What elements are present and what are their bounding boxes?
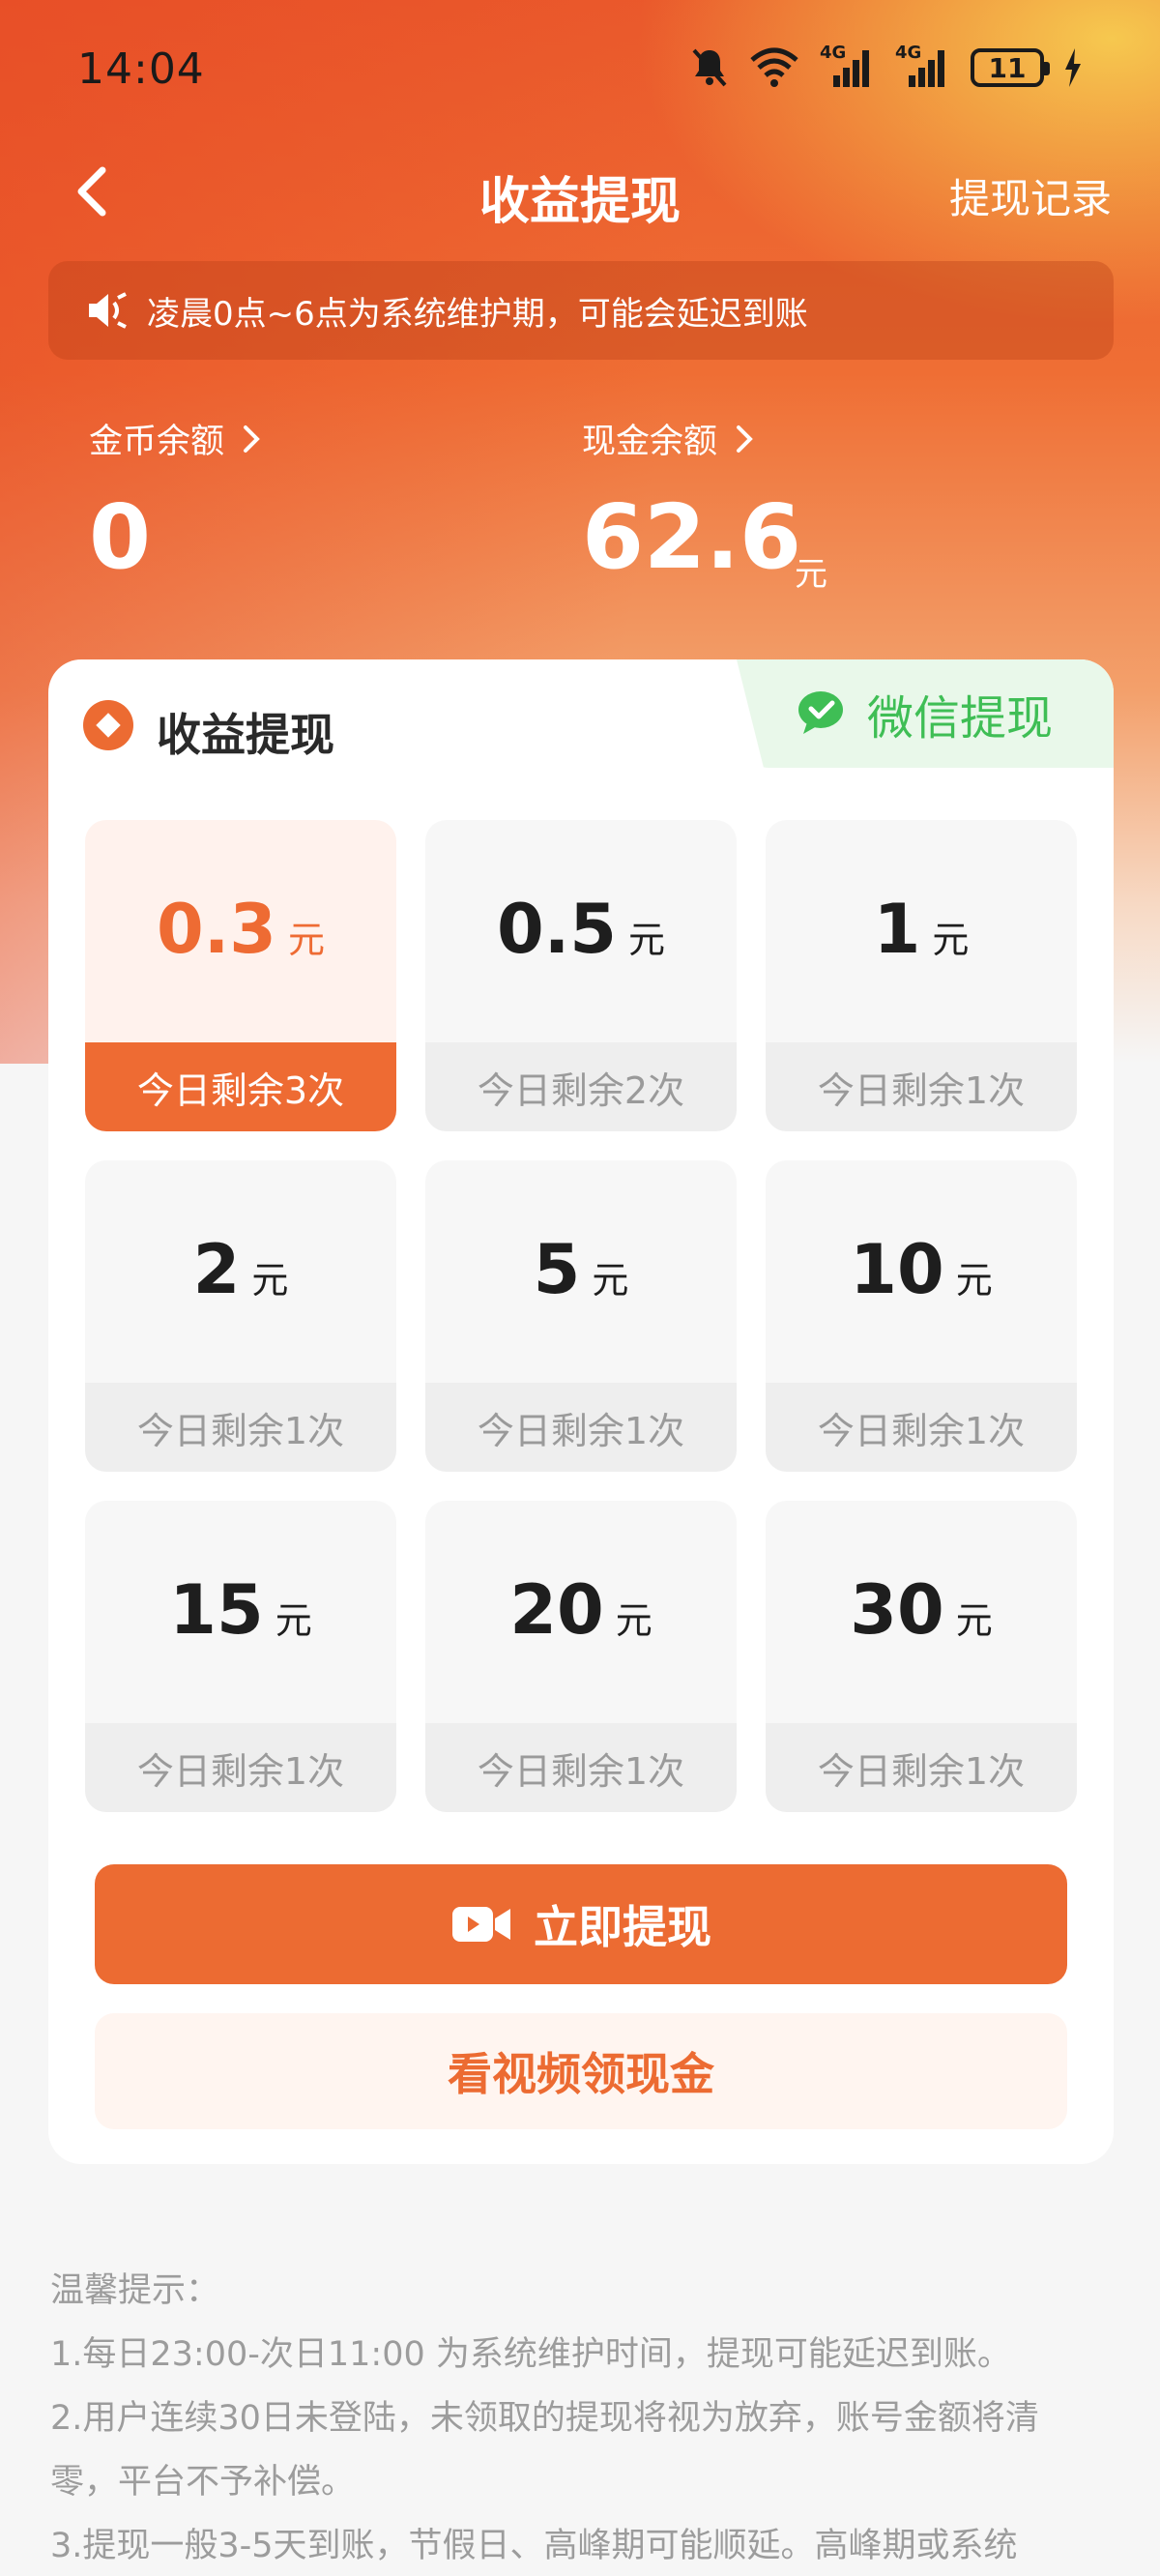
status-bar: 14:04 4G 4G 11 <box>0 0 1160 135</box>
amount-option-15[interactable]: 15 元 今日剩余1次 <box>85 1501 396 1812</box>
tips-line: 零，平台不予补偿。 <box>50 2463 356 2502</box>
amount-value: 10 <box>850 1230 944 1309</box>
cash-balance-unit: 元 <box>795 555 827 594</box>
amount-value: 30 <box>850 1570 944 1650</box>
daily-quota: 今日剩余1次 <box>766 1042 1077 1131</box>
amount-option-0.3[interactable]: 0.3 元 今日剩余3次 <box>85 820 396 1131</box>
video-camera-icon <box>452 1907 510 1942</box>
daily-quota: 今日剩余2次 <box>425 1042 737 1131</box>
coin-balance-value: 0 <box>89 485 152 589</box>
amount-option-5[interactable]: 5元 今日剩余1次 <box>425 1160 737 1472</box>
cash-balance-label: 现金余额 <box>582 423 718 461</box>
withdraw-now-label: 立即提现 <box>534 1901 711 1953</box>
amount-unit: 元 <box>592 1259 629 1302</box>
amount-value: 20 <box>509 1570 604 1650</box>
coin-icon <box>83 700 133 750</box>
notice-text: 凌晨0点~6点为系统维护期，可能会延迟到账 <box>147 294 808 334</box>
amount-option-0.5[interactable]: 0.5 元 今日剩余2次 <box>425 820 737 1131</box>
wechat-tab-label: 微信提现 <box>866 691 1053 746</box>
signal-1-icon: 4G <box>820 43 876 89</box>
wechat-withdraw-tab[interactable]: 微信提现 <box>737 659 1114 768</box>
withdraw-record-link[interactable]: 提现记录 <box>949 166 1112 225</box>
amount-value: 15 <box>169 1570 264 1650</box>
cash-balance-link[interactable]: 现金余额 <box>582 414 754 463</box>
daily-quota: 今日剩余3次 <box>85 1042 396 1131</box>
charging-bolt-icon <box>1065 48 1081 87</box>
tips-line: 2.用户连续30日未登陆，未领取的提现将视为放弃，账号金额将清 <box>50 2399 1039 2438</box>
amount-unit: 元 <box>251 1259 289 1302</box>
daily-quota: 今日剩余1次 <box>766 1723 1077 1812</box>
daily-quota: 今日剩余1次 <box>425 1723 737 1812</box>
status-icons: 4G 4G 11 <box>690 43 1083 89</box>
amount-option-20[interactable]: 20 元 今日剩余1次 <box>425 1501 737 1812</box>
cash-balance-value: 62.6 <box>582 485 801 589</box>
watch-video-label: 看视频领现金 <box>448 2048 714 2100</box>
amount-unit: 元 <box>955 1599 993 1642</box>
chevron-right-icon <box>737 424 753 453</box>
battery-level: 11 <box>988 51 1027 84</box>
coin-balance-link[interactable]: 金币余额 <box>89 414 261 463</box>
amount-unit: 元 <box>628 919 666 961</box>
amount-value: 0.5 <box>496 890 617 969</box>
signal-2-icon: 4G <box>895 43 951 89</box>
tips-line: 1.每日23:00-次日11:00 为系统维护时间，提现可能延迟到账。 <box>50 2335 1011 2374</box>
tips-title: 温馨提示： <box>50 2271 220 2310</box>
amount-unit: 元 <box>288 919 326 961</box>
amount-unit: 元 <box>615 1599 652 1642</box>
amount-unit: 元 <box>275 1599 312 1642</box>
wifi-icon <box>750 47 798 87</box>
chevron-right-icon <box>244 424 260 453</box>
mute-bell-icon <box>692 48 727 87</box>
amount-unit: 元 <box>932 919 970 961</box>
amount-option-1[interactable]: 1元 今日剩余1次 <box>766 820 1077 1131</box>
amount-value: 0.3 <box>156 890 276 969</box>
maintenance-notice: 凌晨0点~6点为系统维护期，可能会延迟到账 <box>48 261 1114 360</box>
amount-value: 1 <box>873 890 921 969</box>
daily-quota: 今日剩余1次 <box>425 1383 737 1472</box>
tips-line: 3.提现一般3-5天到账，节假日、高峰期可能顺延。高峰期或系统 <box>50 2527 1018 2565</box>
withdraw-now-button[interactable]: 立即提现 <box>95 1864 1067 1984</box>
wechat-icon <box>798 691 843 734</box>
amount-value: 2 <box>192 1230 241 1309</box>
daily-quota: 今日剩余1次 <box>85 1383 396 1472</box>
amount-option-10[interactable]: 10 元 今日剩余1次 <box>766 1160 1077 1472</box>
speaker-icon <box>89 292 127 329</box>
daily-quota: 今日剩余1次 <box>85 1723 396 1812</box>
amount-unit: 元 <box>955 1259 993 1302</box>
battery-icon: 11 <box>971 48 1050 87</box>
withdraw-card: 收益提现 微信提现 0.3 元 今日剩余3次 0.5 元 今日剩余2次 1元 今日剩… <box>48 659 1114 2164</box>
amount-option-30[interactable]: 30 元 今日剩余1次 <box>766 1501 1077 1812</box>
tips-section: 温馨提示： 1.每日23:00-次日11:00 为系统维护时间，提现可能延迟到账… <box>50 2259 1114 2576</box>
daily-quota: 今日剩余1次 <box>766 1383 1077 1472</box>
coin-balance-label: 金币余额 <box>89 423 225 461</box>
watch-video-cash-button[interactable]: 看视频领现金 <box>95 2013 1067 2129</box>
amount-value: 5 <box>533 1230 581 1309</box>
status-time: 14:04 <box>77 44 205 94</box>
amount-option-2[interactable]: 2元 今日剩余1次 <box>85 1160 396 1472</box>
card-title: 收益提现 <box>157 709 334 761</box>
